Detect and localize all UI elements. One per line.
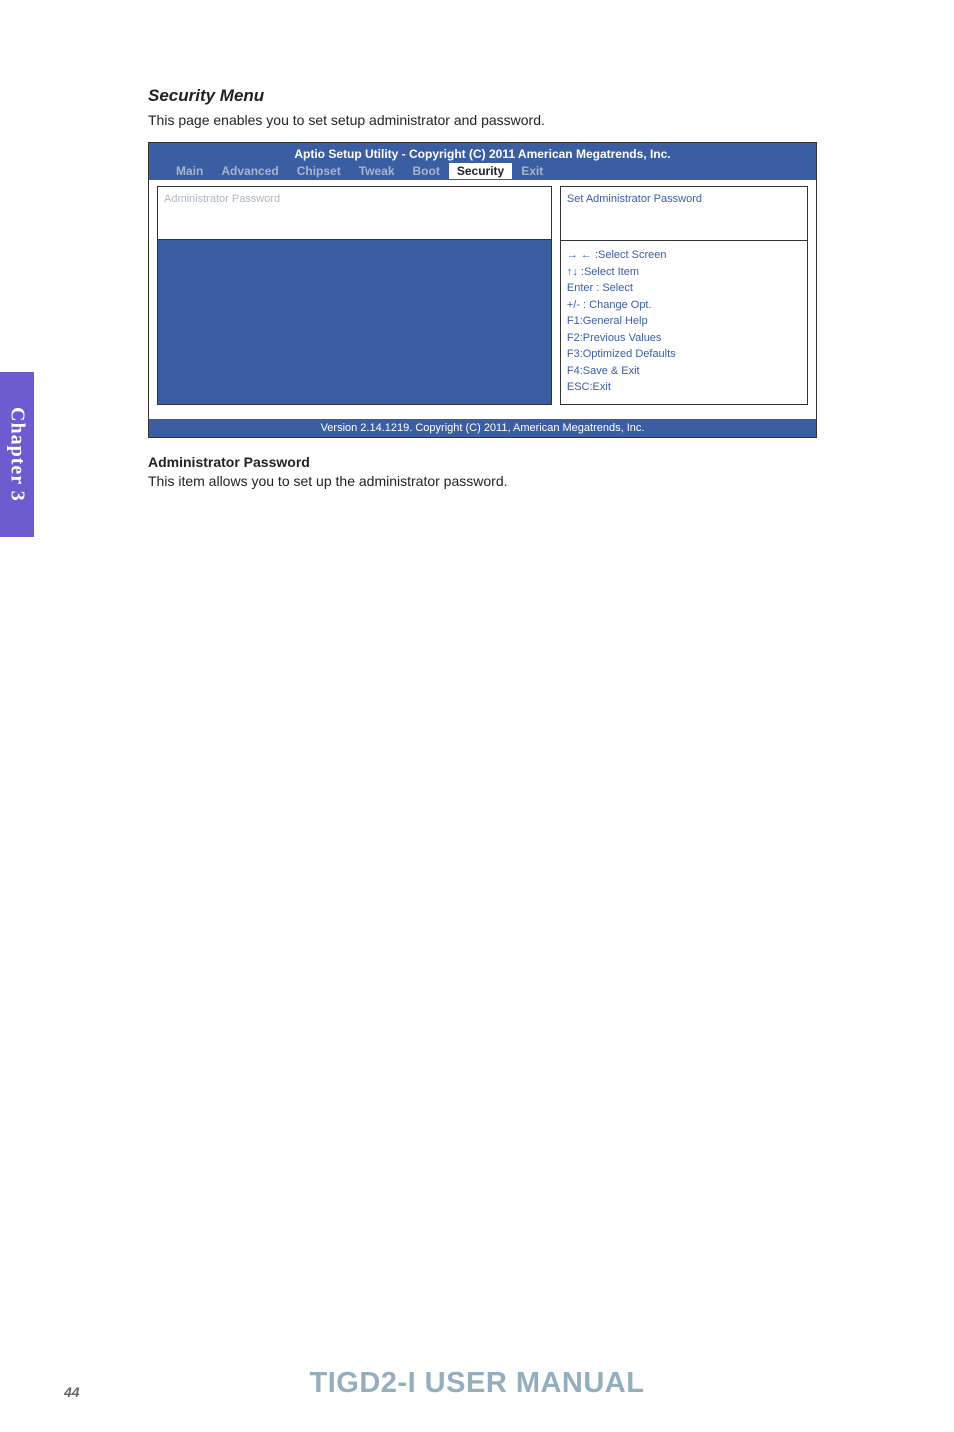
bios-header: Aptio Setup Utility - Copyright (C) 2011…: [149, 143, 816, 180]
bios-tabs: Main Advanced Chipset Tweak Boot Securit…: [149, 163, 816, 180]
page-content: Security Menu This page enables you to s…: [0, 0, 954, 489]
tab-advanced[interactable]: Advanced: [212, 163, 287, 179]
help-line: F3:Optimized Defaults: [567, 346, 801, 363]
bios-footer: Version 2.14.1219. Copyright (C) 2011, A…: [149, 419, 816, 437]
bios-left-column: Administrator Password: [149, 180, 556, 411]
bios-help-top: Set Administrator Password: [560, 186, 808, 240]
help-line: → ← :Select Screen: [567, 247, 801, 264]
tab-chipset[interactable]: Chipset: [288, 163, 350, 179]
chapter-tab: Chapter 3: [0, 372, 34, 537]
bios-body: Administrator Password Set Administrator…: [149, 180, 816, 411]
help-line: ESC:Exit: [567, 379, 801, 396]
bios-screenshot: Aptio Setup Utility - Copyright (C) 2011…: [148, 142, 817, 438]
tab-boot[interactable]: Boot: [404, 163, 449, 179]
sub-desc: This item allows you to set up the admin…: [148, 473, 844, 489]
manual-title: TIGD2-I USER MANUAL: [310, 1367, 645, 1400]
bios-help-keys: → ← :Select Screen ↑↓ :Select Item Enter…: [560, 240, 808, 405]
tab-exit[interactable]: Exit: [512, 163, 552, 179]
sub-heading: Administrator Password: [148, 454, 844, 470]
help-line: Enter : Select: [567, 280, 801, 297]
bios-footer-gap: [149, 411, 816, 419]
tab-main[interactable]: Main: [167, 163, 212, 179]
help-line: ↑↓ :Select Item: [567, 264, 801, 281]
bios-left-fill: [157, 239, 552, 405]
help-line: F4:Save & Exit: [567, 363, 801, 380]
help-line: F1:General Help: [567, 313, 801, 330]
help-line: F2:Previous Values: [567, 330, 801, 347]
section-desc: This page enables you to set setup admin…: [148, 112, 844, 128]
section-title: Security Menu: [148, 86, 844, 106]
page-number: 44: [64, 1384, 80, 1400]
bios-left-item[interactable]: Administrator Password: [157, 186, 552, 239]
tab-security[interactable]: Security: [449, 163, 512, 179]
chapter-tab-label: Chapter 3: [6, 407, 29, 502]
bios-header-title: Aptio Setup Utility - Copyright (C) 2011…: [149, 147, 816, 163]
tab-tweak[interactable]: Tweak: [350, 163, 404, 179]
help-line: +/- : Change Opt.: [567, 297, 801, 314]
page-footer: 44 TIGD2-I USER MANUAL: [0, 1367, 954, 1400]
bios-right-column: Set Administrator Password → ← :Select S…: [556, 180, 816, 411]
